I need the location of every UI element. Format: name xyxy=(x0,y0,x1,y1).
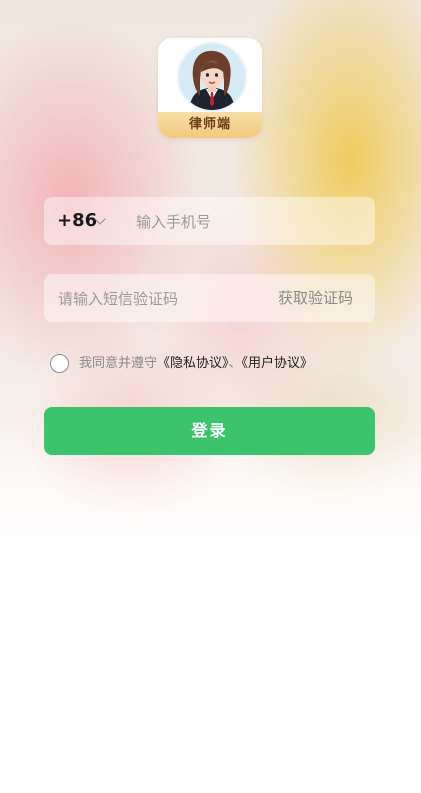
sms-code-input[interactable] xyxy=(56,274,260,324)
app-logo-card: 律师端 xyxy=(158,38,262,138)
login-button[interactable]: 登录 xyxy=(44,407,375,455)
sms-field-row: 获取验证码 xyxy=(44,274,375,324)
role-label: 律师端 xyxy=(158,112,262,138)
country-code-selector[interactable]: +86 xyxy=(57,197,97,245)
user-agreement-link[interactable]: 《用户协议》 xyxy=(242,356,314,371)
country-code-value: +86 xyxy=(57,210,98,231)
agreement-separator: 、 xyxy=(228,356,242,371)
agreement-prefix: 我同意并遵守 xyxy=(79,356,158,371)
lawyer-avatar xyxy=(177,42,247,112)
phone-input[interactable] xyxy=(134,197,368,247)
agreement-radio[interactable] xyxy=(50,354,69,373)
privacy-policy-link[interactable]: 《隐私协议》 xyxy=(157,356,229,371)
phone-field-row: +86 xyxy=(44,197,375,247)
get-code-button[interactable]: 获取验证码 xyxy=(278,274,353,322)
agreement-text: 我同意并遵守《隐私协议》、《用户协议》 xyxy=(79,353,313,375)
background-fade xyxy=(0,420,421,793)
agreement-row: 我同意并遵守《隐私协议》、《用户协议》 xyxy=(50,353,380,375)
